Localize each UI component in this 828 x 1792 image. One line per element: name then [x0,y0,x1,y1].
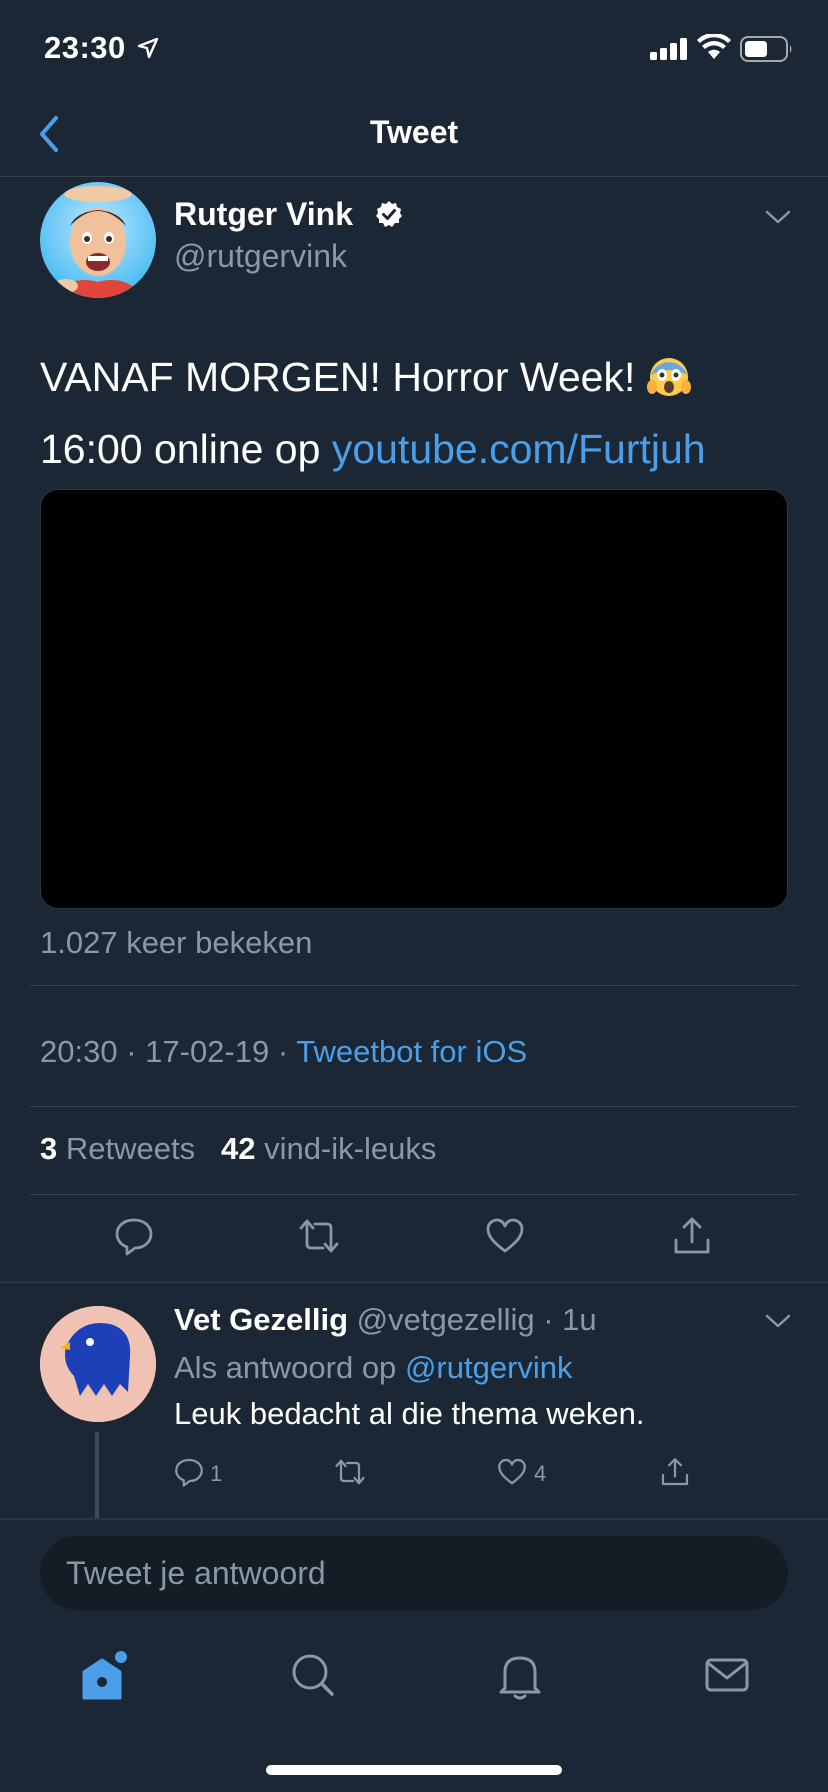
tweet-meta: 20:30 · 17-02-19 · Tweetbot for iOS [40,1034,527,1070]
avatar[interactable] [40,182,156,298]
avatar-text: Vet Gezellig [40,1306,41,1307]
home-indicator[interactable] [266,1765,562,1775]
chevron-down-icon[interactable] [764,208,792,231]
location-arrow-icon [137,37,159,64]
verified-badge-icon [375,200,403,233]
retweet-icon[interactable] [333,1457,367,1492]
battery-icon [740,36,794,67]
reply-time: 1u [562,1302,597,1337]
tweet-date: 17-02-19 [145,1034,270,1069]
tweet-text: VANAF MORGEN! Horror Week! 16:00 online … [40,344,800,482]
home-icon[interactable] [80,1650,130,1709]
author-name[interactable]: Rutger Vink [174,196,353,233]
compose-area: Tweet je antwoord [0,1520,828,1610]
tweet-client-link[interactable]: Tweetbot for iOS [296,1034,527,1069]
messages-icon[interactable] [704,1650,750,1705]
separator-dot: · [126,1034,146,1069]
share-icon[interactable] [660,1457,690,1492]
reply-count: 1 [210,1461,223,1486]
status-bar: 23:30 [0,0,828,100]
screaming-face-emoji-icon [646,350,691,416]
tweet-actions [0,1216,828,1276]
retweet-icon[interactable] [297,1216,341,1261]
like-icon[interactable] [485,1216,525,1261]
divider [30,1194,798,1195]
tab-bar [0,1630,828,1730]
reply-like-count: 4 [534,1461,547,1486]
like-icon[interactable] [497,1457,527,1492]
separator-dot: · [534,1302,563,1337]
nav-bar: Tweet [0,100,828,177]
tweet-stats: 3 Retweets 42 vind-ik-leuks [40,1131,436,1167]
tweet-text-line1: VANAF MORGEN! Horror Week! [40,354,636,400]
wifi-icon [697,32,731,65]
chevron-down-icon[interactable] [764,1312,792,1335]
retweets-stat[interactable]: 3 Retweets [40,1131,195,1166]
signal-icon [650,38,690,65]
status-time: 23:30 [44,30,126,65]
avatar[interactable]: Vet Gezellig [40,1306,156,1422]
page-title: Tweet [369,114,459,150]
reply-actions: 1 4 [0,1457,828,1497]
divider [30,985,798,986]
tweet-link[interactable]: youtube.com/Furtjuh [332,426,706,472]
reply-author-handle[interactable]: @vetgezellig [357,1302,535,1337]
divider [30,1106,798,1107]
reply-context-label: Als antwoord op [174,1350,397,1385]
separator-dot: · [277,1034,297,1069]
share-icon[interactable] [672,1216,712,1261]
reply-context-handle[interactable]: @rutgervink [405,1350,573,1385]
reply-icon[interactable] [114,1216,154,1261]
reply-icon[interactable] [174,1457,204,1492]
reply-text: Leuk bedacht al die thema weken. [174,1396,645,1431]
likes-stat[interactable]: 42 vind-ik-leuks [221,1131,436,1166]
reply-context: Als antwoord op @rutgervink [174,1350,573,1386]
notifications-icon[interactable] [497,1650,543,1705]
tweet-time: 20:30 [40,1034,118,1069]
search-icon[interactable] [290,1650,336,1705]
reply-header: Vet Gezellig @vetgezellig · 1u [174,1302,597,1338]
reply-author-name[interactable]: Vet Gezellig [174,1302,348,1337]
reply-input[interactable]: Tweet je antwoord [40,1536,788,1610]
view-count: 1.027 keer bekeken [40,925,313,960]
reply-tweet[interactable]: Vet Gezellig Vet Gezellig @vetgezellig ·… [0,1282,828,1520]
author-handle[interactable]: @rutgervink [174,238,347,275]
tweet-text-line2: 16:00 online op [40,426,321,472]
video-player[interactable] [40,489,788,909]
